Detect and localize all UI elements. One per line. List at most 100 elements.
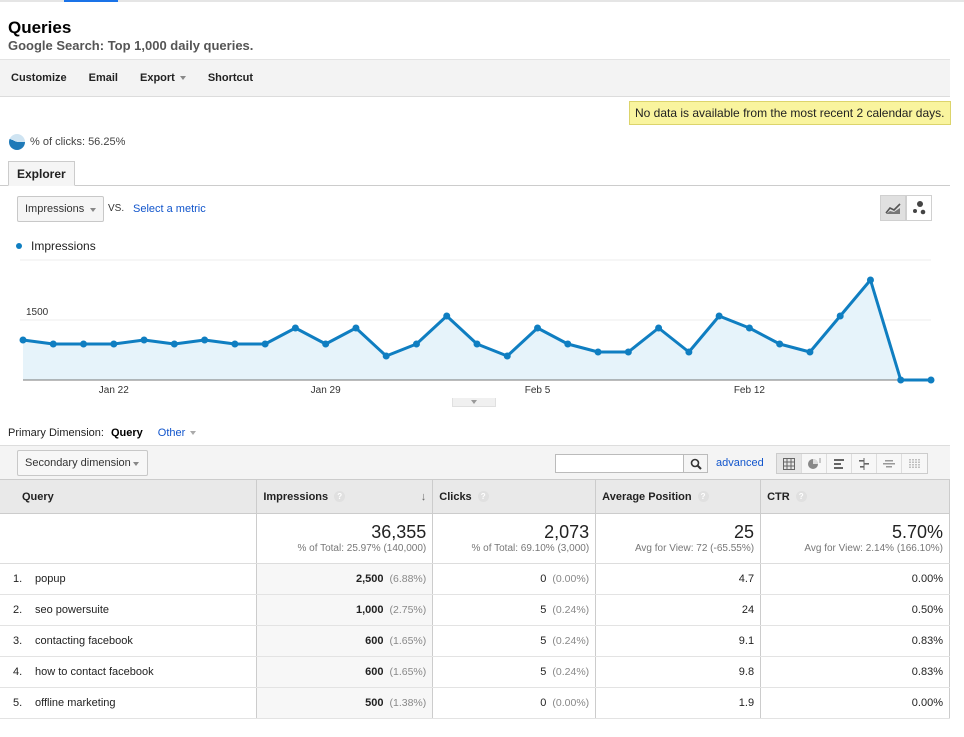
query-link[interactable]: popup [35, 573, 66, 585]
help-icon[interactable]: ? [795, 491, 807, 503]
ctr-value: 0.00% [911, 573, 943, 585]
queries-table: Query Impressions? ↓ Clicks? Average Posi… [0, 479, 950, 719]
summary-impressions: 36,355% of Total: 25.97% (140,000) [256, 513, 434, 564]
avg-position-value: 9.8 [738, 666, 755, 678]
tab-explorer[interactable]: Explorer [8, 161, 75, 186]
page-subtitle: Google Search: Top 1,000 daily queries. [8, 38, 254, 53]
shortcut-button[interactable]: Shortcut [208, 72, 253, 84]
data-point [261, 340, 269, 348]
data-point [382, 352, 390, 360]
ctr-value: 0.83% [911, 666, 943, 678]
summary-impressions-value: 36,355 [371, 522, 427, 542]
chevron-down-icon [190, 431, 197, 435]
avg-position-header-label: Average Position [602, 490, 692, 503]
help-icon[interactable]: ? [697, 491, 709, 503]
y-tick-label: 1500 [26, 307, 49, 318]
ctr-value: 0.50% [911, 604, 943, 616]
primary-dimension-query[interactable]: Query [111, 427, 143, 439]
metric-dropdown[interactable]: Impressions [17, 196, 104, 222]
column-header-impressions[interactable]: Impressions? ↓ [256, 479, 434, 514]
table-toolbar: Secondary dimension advanced [0, 445, 950, 479]
pivot-view-button[interactable] [902, 454, 927, 473]
query-header-label: Query [22, 490, 54, 503]
motion-chart-button[interactable] [906, 195, 932, 221]
ctr-cell: 0.83% [760, 625, 950, 657]
clicks-value: 5 [540, 666, 547, 678]
clicks-cell: 5 (0.24%) [432, 625, 597, 657]
data-point [443, 312, 451, 320]
term-cloud-view-button[interactable] [877, 454, 902, 473]
avg-position-value: 24 [741, 604, 755, 616]
bar-chart-icon [834, 458, 844, 469]
tab-divider [0, 185, 950, 186]
data-point [473, 340, 481, 348]
chevron-down-icon [179, 76, 186, 80]
select-metric-link[interactable]: Select a metric [133, 203, 206, 215]
clicks-percent: (0.24%) [552, 666, 590, 678]
primary-dimension-bar: Primary Dimension: Query Other [8, 427, 197, 439]
pie-segment-icon [9, 134, 25, 150]
column-header-avg-position[interactable]: Average Position? [595, 479, 762, 514]
data-point [685, 348, 693, 356]
impressions-percent: (1.65%) [389, 635, 427, 647]
summary-query-cell [0, 513, 258, 564]
table-row: 3. contacting facebook 600 (1.65%) 5 (0.24%) 9… [0, 625, 950, 657]
email-button[interactable]: Email [89, 72, 118, 84]
comparison-view-button[interactable] [852, 454, 877, 473]
impressions-cell: 1,000 (2.75%) [256, 594, 434, 626]
data-point [594, 348, 602, 356]
data-point [715, 312, 723, 320]
pie-view-button[interactable] [802, 454, 827, 473]
ctr-value: 0.83% [911, 635, 943, 647]
impressions-cell: 600 (1.65%) [256, 656, 434, 688]
export-label: Export [139, 72, 175, 84]
table-search-button[interactable] [683, 454, 708, 473]
performance-view-button[interactable] [827, 454, 852, 473]
summary-avg-position: 25 Avg for View: 72 (-65.55%) [595, 513, 762, 564]
clicks-percent: (0.00%) [552, 573, 590, 585]
query-cell: 2. seo powersuite [0, 594, 258, 626]
data-point [19, 336, 27, 344]
summary-clicks-sub: % of Total: 69.10% (3,000) [471, 543, 590, 554]
avg-position-value: 4.7 [738, 573, 755, 585]
primary-dimension-other[interactable]: Other [158, 427, 197, 439]
query-link[interactable]: contacting facebook [35, 635, 133, 647]
query-link[interactable]: seo powersuite [35, 604, 109, 616]
avg-position-value: 1.9 [738, 697, 755, 709]
column-header-ctr[interactable]: CTR? [760, 479, 950, 514]
query-link[interactable]: how to contact facebook [35, 666, 154, 678]
query-link[interactable]: offline marketing [35, 697, 116, 709]
query-cell: 5. offline marketing [0, 687, 258, 719]
data-point [140, 336, 148, 344]
impressions-chart: 1500 3000 Jan 22 Jan 29 Feb 5 Feb 12 [19, 255, 935, 396]
row-index: 4. [13, 666, 23, 678]
table-search-input[interactable] [555, 454, 684, 473]
customize-button[interactable]: Customize [11, 72, 67, 84]
clicks-value: 5 [540, 635, 547, 647]
secondary-dimension-dropdown[interactable]: Secondary dimension [17, 450, 148, 476]
data-point [412, 340, 420, 348]
impressions-value: 1,000 [355, 604, 384, 616]
clicks-cell: 0 (0.00%) [432, 687, 597, 719]
row-index: 1. [13, 573, 23, 585]
chart-resize-handle[interactable] [452, 398, 496, 407]
clicks-cell: 5 (0.24%) [432, 594, 597, 626]
column-header-clicks[interactable]: Clicks? [432, 479, 597, 514]
advanced-filter-link[interactable]: advanced [716, 457, 764, 469]
summary-row: 36,355% of Total: 25.97% (140,000) 2,073… [0, 513, 950, 564]
avg-position-cell: 9.1 [595, 625, 762, 657]
x-tick-label: Feb 12 [734, 385, 766, 396]
clicks-percent: (0.24%) [552, 635, 590, 647]
impressions-cell: 2,500 (6.88%) [256, 563, 434, 595]
help-icon[interactable]: ? [334, 491, 346, 503]
data-point [564, 340, 572, 348]
data-point [49, 340, 57, 348]
help-icon[interactable]: ? [477, 491, 489, 503]
data-table-view-button[interactable] [777, 454, 802, 473]
data-point [170, 340, 178, 348]
column-header-query[interactable]: Query [0, 479, 258, 514]
export-button[interactable]: Export [140, 72, 186, 84]
line-chart-button[interactable] [880, 195, 906, 221]
summary-ctr-value: 5.70% [891, 522, 943, 542]
table-row: 1. popup 2,500 (6.88%) 0 (0.00%) 4.7 0.00% [0, 563, 950, 595]
